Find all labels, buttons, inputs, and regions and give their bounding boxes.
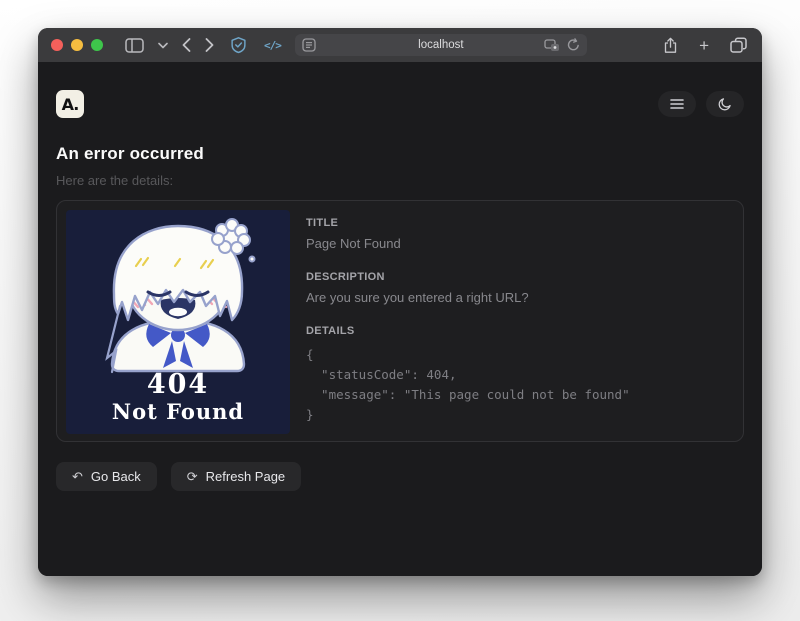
error-404-illustration: 404 Not Found <box>66 210 290 434</box>
title-value: Page Not Found <box>306 236 734 251</box>
new-tab-button[interactable]: + <box>697 35 711 56</box>
reload-icon[interactable] <box>567 38 580 57</box>
window-controls <box>51 39 103 51</box>
minimize-button[interactable] <box>71 39 83 51</box>
content-blocker-badge-icon[interactable] <box>544 39 560 57</box>
back-button[interactable] <box>180 36 193 54</box>
close-button[interactable] <box>51 39 63 51</box>
reader-icon[interactable] <box>302 38 316 57</box>
error-card: 404 Not Found TITLE Page Not Found DESCR… <box>56 200 744 442</box>
browser-toolbar: </> localhost <box>38 28 762 62</box>
refresh-page-button[interactable]: ⟳ Refresh Page <box>171 462 301 491</box>
forward-button[interactable] <box>203 36 216 54</box>
address-bar[interactable]: localhost <box>295 34 587 56</box>
shield-check-icon <box>230 36 247 54</box>
page-content: A. An error occurred Here are the detail <box>38 62 762 576</box>
share-icon <box>663 37 678 54</box>
address-text: localhost <box>323 39 559 51</box>
status-text: Not Found <box>112 399 244 424</box>
extension-buttons: </> <box>228 34 283 56</box>
share-button[interactable] <box>661 35 680 56</box>
devtools-extension-button[interactable]: </> <box>262 37 283 54</box>
sidebar-toggle-button[interactable] <box>123 36 146 55</box>
refresh-page-label: Refresh Page <box>206 469 286 484</box>
details-label: DETAILS <box>306 325 734 337</box>
tab-group-dropdown[interactable] <box>156 40 170 51</box>
error-actions: ↶ Go Back ⟳ Refresh Page <box>56 462 744 491</box>
sidebar-icon <box>125 38 144 53</box>
go-back-button[interactable]: ↶ Go Back <box>56 462 157 491</box>
plus-icon: + <box>699 37 709 54</box>
dark-mode-toggle[interactable] <box>706 91 744 117</box>
details-json: { "statusCode": 404, "message": "This pa… <box>306 345 734 425</box>
toolbar-right-controls: + <box>661 35 749 56</box>
go-back-label: Go Back <box>91 469 141 484</box>
tabs-icon <box>730 37 747 53</box>
description-label: DESCRIPTION <box>306 271 734 283</box>
forward-icon <box>205 38 214 52</box>
shield-extension-button[interactable] <box>228 34 249 56</box>
tab-overview-button[interactable] <box>728 35 749 55</box>
site-logo[interactable]: A. <box>56 90 84 118</box>
go-back-icon: ↶ <box>72 470 83 483</box>
menu-icon <box>670 98 684 110</box>
menu-button[interactable] <box>658 91 696 117</box>
back-icon <box>182 38 191 52</box>
description-value: Are you sure you entered a right URL? <box>306 290 734 305</box>
code-icon: </> <box>264 39 281 52</box>
page-title: An error occurred <box>56 144 744 164</box>
nav-controls <box>123 36 216 55</box>
site-header: A. <box>56 90 744 118</box>
error-details: TITLE Page Not Found DESCRIPTION Are you… <box>306 210 734 432</box>
header-actions <box>658 91 744 117</box>
page-subtitle: Here are the details: <box>56 173 744 188</box>
zoom-button[interactable] <box>91 39 103 51</box>
moon-icon <box>718 97 732 111</box>
status-code-text: 404 <box>147 369 209 400</box>
browser-window: </> localhost <box>38 28 762 576</box>
chevron-down-icon <box>158 42 168 49</box>
title-label: TITLE <box>306 217 734 229</box>
refresh-icon: ⟳ <box>187 470 198 483</box>
